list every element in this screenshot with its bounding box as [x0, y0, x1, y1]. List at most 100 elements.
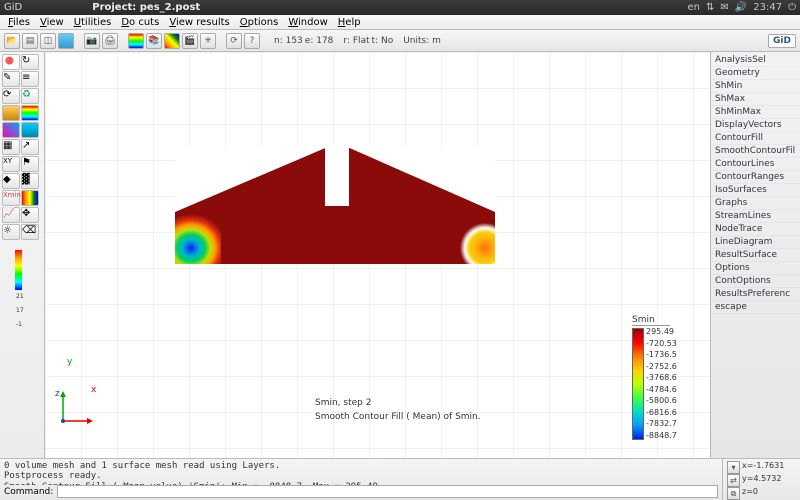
- coord-readout: ▾x=-1.7631 ⇄y=4.5732 ⧉z=0: [722, 459, 800, 500]
- right-command-panel: AnalysisSel Geometry ShMin ShMax ShMinMa…: [710, 52, 800, 458]
- rp-contourranges[interactable]: ContourRanges: [711, 171, 800, 184]
- rp-resultsurface[interactable]: ResultSurface: [711, 249, 800, 262]
- axis-z-label: z: [55, 389, 60, 399]
- menu-help[interactable]: Help: [334, 17, 365, 28]
- rp-options[interactable]: Options: [711, 262, 800, 275]
- command-label: Command:: [4, 487, 53, 497]
- legend-ticks: 295.49-720.53-1736.5-2752.6-3768.6-4784.…: [646, 328, 677, 440]
- p-contour-icon[interactable]: [21, 105, 39, 121]
- p-rotate-icon[interactable]: ↻: [21, 54, 39, 70]
- toolbar: 📂 ▤ ◫ 📷 🖨 📚 🎬 ✳ ⟳ ? n: 153 e: 178 r: Fla…: [0, 30, 800, 52]
- tool-contour-icon[interactable]: [128, 33, 144, 49]
- p-vectors-icon[interactable]: ↗: [21, 139, 39, 155]
- rp-linediagram[interactable]: LineDiagram: [711, 236, 800, 249]
- status-nodes: n: 153: [274, 36, 303, 46]
- p-zoom-icon[interactable]: [2, 54, 20, 70]
- viewport[interactable]: Smin, step 2 Smooth Contour Fill ( Mean)…: [45, 52, 710, 458]
- p-wire-icon[interactable]: ▦: [2, 139, 20, 155]
- fea-result-shape: [175, 146, 495, 264]
- system-tray: en ⇅ ✉ 🔊 23:47 ⏻: [688, 2, 796, 13]
- menu-options[interactable]: Options: [236, 17, 283, 28]
- tool-results-icon[interactable]: 📚: [146, 33, 162, 49]
- coord-x: x=-1.7631: [742, 461, 784, 474]
- tool-graph-icon[interactable]: [164, 33, 180, 49]
- axis-x-label: x: [91, 385, 96, 395]
- p-clear-icon[interactable]: ⌫: [21, 224, 39, 240]
- rp-nodetrace[interactable]: NodeTrace: [711, 223, 800, 236]
- p-surface-icon[interactable]: [2, 122, 20, 138]
- menu-view[interactable]: View: [36, 17, 68, 28]
- mini-legend: 2117-1: [15, 250, 29, 328]
- p-box-icon[interactable]: [2, 105, 20, 121]
- wifi-icon[interactable]: ⇅: [706, 2, 714, 13]
- console-log: 0 volume mesh and 1 surface mesh read us…: [0, 459, 722, 485]
- power-icon[interactable]: ⏻: [788, 2, 796, 13]
- coord-copy-icon[interactable]: ⧉: [727, 487, 740, 500]
- p-xy-icon[interactable]: XY: [2, 156, 20, 172]
- app-name: GiD: [4, 2, 22, 13]
- rp-smoothcontour[interactable]: SmoothContourFil: [711, 145, 800, 158]
- volume-icon[interactable]: 🔊: [735, 2, 747, 13]
- rp-contourfill[interactable]: ContourFill: [711, 132, 800, 145]
- system-top-bar: GiD Project: pes_2.post en ⇅ ✉ 🔊 23:47 ⏻: [0, 0, 800, 15]
- p-pencil-icon[interactable]: ✎: [2, 71, 20, 87]
- window-title: Project: pes_2.post: [92, 2, 200, 13]
- coord-y: y=4.5732: [742, 474, 781, 487]
- rp-isosurfaces[interactable]: IsoSurfaces: [711, 184, 800, 197]
- toolbar-status: n: 153 e: 178 r: Flat t: No Units: m: [274, 36, 441, 46]
- rp-analysissel[interactable]: AnalysisSel: [711, 54, 800, 67]
- axes-gizmo: y x z: [53, 391, 93, 434]
- tool-open-icon[interactable]: 📂: [4, 33, 20, 49]
- p-style-icon[interactable]: [21, 190, 39, 206]
- p-pick-icon[interactable]: ✥: [21, 207, 39, 223]
- p-list-icon[interactable]: ≡: [21, 71, 39, 87]
- tool-refresh-icon[interactable]: ⟳: [226, 33, 242, 49]
- legend-colorbar: [632, 328, 644, 440]
- coord-button[interactable]: ▾: [727, 461, 740, 474]
- tool-prepost-icon[interactable]: [58, 33, 74, 49]
- network-icon[interactable]: ✉: [720, 2, 728, 13]
- rp-shmax[interactable]: ShMax: [711, 93, 800, 106]
- lang-indicator[interactable]: en: [688, 2, 701, 13]
- tool-print-icon[interactable]: 🖨: [102, 33, 118, 49]
- rp-escape[interactable]: escape: [711, 301, 800, 314]
- p-xmin-icon[interactable]: Xmin: [2, 190, 20, 206]
- stress-concentration-left: [175, 204, 221, 264]
- p-grid-icon[interactable]: ▓: [21, 173, 39, 189]
- rp-streamlines[interactable]: StreamLines: [711, 210, 800, 223]
- caption-step: Smin, step 2: [315, 398, 371, 408]
- p-flag-icon[interactable]: ⚑: [21, 156, 39, 172]
- tool-help-icon[interactable]: ?: [244, 33, 260, 49]
- tool-macro-icon[interactable]: ✳: [200, 33, 216, 49]
- caption-result: Smooth Contour Fill ( Mean) of Smin.: [315, 412, 481, 422]
- rp-shminmax[interactable]: ShMinMax: [711, 106, 800, 119]
- p-refresh-icon[interactable]: ⟳: [2, 88, 20, 104]
- menu-view-results[interactable]: View results: [165, 17, 233, 28]
- menu-window[interactable]: Window: [284, 17, 331, 28]
- p-light-icon[interactable]: ☼: [2, 224, 20, 240]
- rp-contourlines[interactable]: ContourLines: [711, 158, 800, 171]
- command-input[interactable]: [57, 485, 718, 498]
- p-chart-icon[interactable]: 📈: [2, 207, 20, 223]
- p-iso-icon[interactable]: [21, 122, 39, 138]
- status-texture: t: No: [372, 36, 394, 46]
- axis-y-label: y: [67, 357, 72, 367]
- rp-graphs[interactable]: Graphs: [711, 197, 800, 210]
- tool-toggle-icon[interactable]: ◫: [40, 33, 56, 49]
- menu-bar: Files View Utilities Do cuts View result…: [0, 15, 800, 30]
- p-recycle-icon[interactable]: ♻: [21, 88, 39, 104]
- tool-camera-icon[interactable]: 📷: [84, 33, 100, 49]
- coord-swap-icon[interactable]: ⇄: [727, 474, 740, 487]
- rp-displayvectors[interactable]: DisplayVectors: [711, 119, 800, 132]
- menu-utilities[interactable]: Utilities: [70, 17, 116, 28]
- tool-anim-icon[interactable]: 🎬: [182, 33, 198, 49]
- rp-resultspref[interactable]: ResultsPreferenc: [711, 288, 800, 301]
- p-deform-icon[interactable]: ◆: [2, 173, 20, 189]
- left-palette: ↻ ✎ ≡ ⟳ ♻ ▦ ↗ XY ⚑ ◆ ▓ Xmin 📈 ✥ ☼ ⌫ 2117…: [0, 52, 45, 458]
- rp-contoptions[interactable]: ContOptions: [711, 275, 800, 288]
- menu-do-cuts[interactable]: Do cuts: [117, 17, 163, 28]
- rp-shmin[interactable]: ShMin: [711, 80, 800, 93]
- menu-files[interactable]: Files: [4, 17, 34, 28]
- rp-geometry[interactable]: Geometry: [711, 67, 800, 80]
- tool-layers-icon[interactable]: ▤: [22, 33, 38, 49]
